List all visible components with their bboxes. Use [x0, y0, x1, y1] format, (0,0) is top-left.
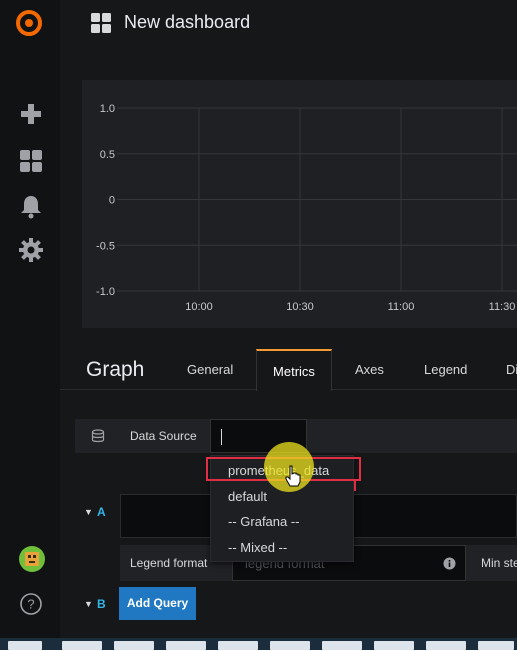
dropdown-option-grafana[interactable]: -- Grafana -- [228, 514, 300, 529]
tab-metrics-label: Metrics [273, 364, 315, 379]
tab-axes[interactable]: Axes [355, 362, 384, 377]
row-b-collapse-icon[interactable]: ▼ [84, 599, 93, 609]
taskbar-item[interactable] [426, 641, 466, 650]
taskbar-item[interactable] [374, 641, 414, 650]
x-tick-label: 10:00 [185, 301, 213, 313]
page-title[interactable]: New dashboard [124, 12, 250, 33]
dropdown-option-default[interactable]: default [228, 489, 267, 504]
data-source-label: Data Source [130, 429, 197, 443]
query-row-a-label[interactable]: A [97, 505, 106, 519]
grafana-logo-icon[interactable] [14, 8, 44, 38]
row-a-collapse-icon[interactable]: ▼ [84, 507, 93, 517]
x-tick-label: 10:30 [286, 301, 314, 313]
dashboard-grid-icon[interactable] [90, 12, 112, 34]
bell-icon[interactable] [18, 193, 44, 219]
hand-cursor-icon [285, 465, 301, 487]
start-button[interactable] [8, 641, 42, 650]
editor-title: Graph [86, 358, 145, 381]
info-icon[interactable] [443, 557, 456, 570]
text-caret [221, 429, 222, 445]
x-tick-label: 11:00 [388, 301, 415, 313]
taskbar-item[interactable] [218, 641, 258, 650]
add-query-button[interactable]: Add Query [119, 587, 196, 620]
help-icon[interactable]: ? [20, 593, 42, 615]
y-tick-label: 0 [109, 195, 115, 207]
taskbar-item[interactable] [166, 641, 206, 650]
top-navbar: New dashboard [60, 0, 517, 46]
taskbar-item[interactable] [62, 641, 102, 650]
legend-format-label: Legend format [130, 556, 208, 570]
tab-metrics[interactable]: Metrics [256, 349, 332, 391]
dropdown-option-mixed[interactable]: -- Mixed -- [228, 540, 287, 555]
svg-text:?: ? [27, 597, 34, 612]
tab-general[interactable]: General [187, 362, 233, 377]
gear-icon[interactable] [18, 237, 44, 263]
y-tick-label: 1.0 [100, 103, 115, 115]
database-icon [91, 429, 105, 443]
y-tick-label: -1.0 [96, 286, 115, 298]
taskbar-item[interactable] [478, 641, 514, 650]
highlight-tick [354, 481, 356, 491]
query-row-b-label[interactable]: B [97, 597, 106, 611]
y-tick-label: -0.5 [96, 240, 115, 252]
taskbar-item[interactable] [270, 641, 310, 650]
plus-icon[interactable] [18, 101, 44, 127]
min-step-label: Min ste [481, 556, 517, 570]
sidebar: ? [0, 0, 60, 638]
graph-plot: 1.0 0.5 0 -0.5 -1.0 10:00 10:30 11:00 11:30 [96, 103, 517, 313]
graph-panel: 1.0 0.5 0 -0.5 -1.0 10:00 10:30 11:00 11:30 [82, 80, 517, 328]
taskbar-item[interactable] [114, 641, 154, 650]
tab-display[interactable]: Di [506, 362, 517, 377]
avatar[interactable] [18, 545, 46, 573]
panel-editor-tabs: Graph General Metrics Axes Legend Di [60, 345, 517, 391]
y-tick-label: 0.5 [100, 149, 115, 161]
dashboards-icon[interactable] [18, 148, 44, 174]
x-tick-label: 11:30 [489, 301, 516, 313]
tab-legend[interactable]: Legend [424, 362, 467, 377]
taskbar-item[interactable] [322, 641, 362, 650]
